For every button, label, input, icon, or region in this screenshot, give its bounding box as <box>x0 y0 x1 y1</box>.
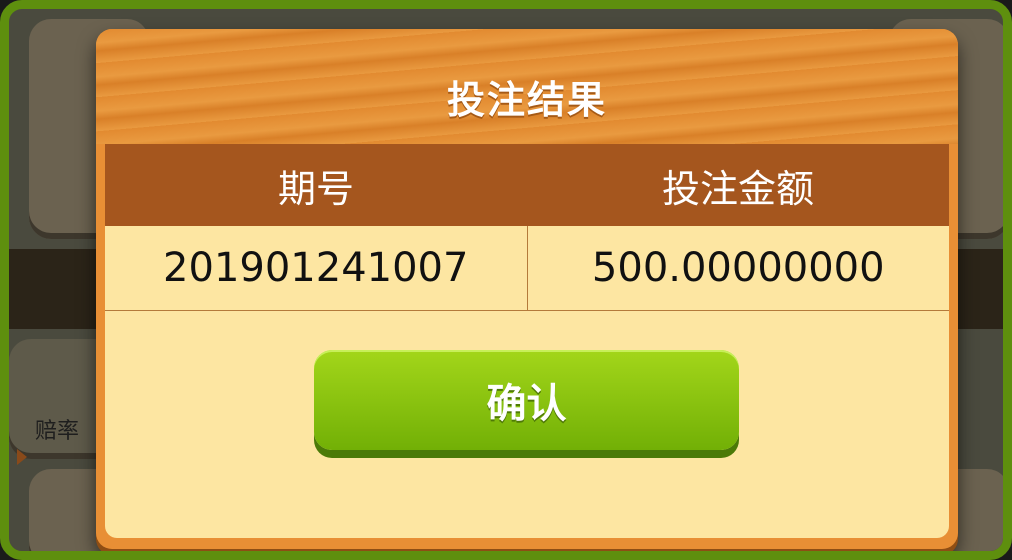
dialog-body: 期号 投注金额 201901241007 500.00000000 确认 <box>105 144 949 538</box>
confirm-button[interactable]: 确认 <box>314 350 739 450</box>
period-cell: 201901241007 <box>163 245 469 291</box>
bg-arrow-icon <box>17 449 27 465</box>
column-header-amount: 投注金额 <box>661 166 814 211</box>
game-frame: 赔率 投注结果 期号 投注金额 201901241007 500.0000000… <box>0 0 1012 560</box>
bet-result-dialog: 投注结果 期号 投注金额 201901241007 500.00000000 确… <box>96 29 958 549</box>
amount-cell: 500.00000000 <box>526 226 950 310</box>
table-row: 201901241007 500.00000000 <box>105 226 949 311</box>
dialog-title: 投注结果 <box>446 78 607 122</box>
table-header: 期号 投注金额 <box>105 144 949 226</box>
column-header-period: 期号 <box>277 166 354 211</box>
bg-odds-label: 赔率 <box>35 419 80 444</box>
